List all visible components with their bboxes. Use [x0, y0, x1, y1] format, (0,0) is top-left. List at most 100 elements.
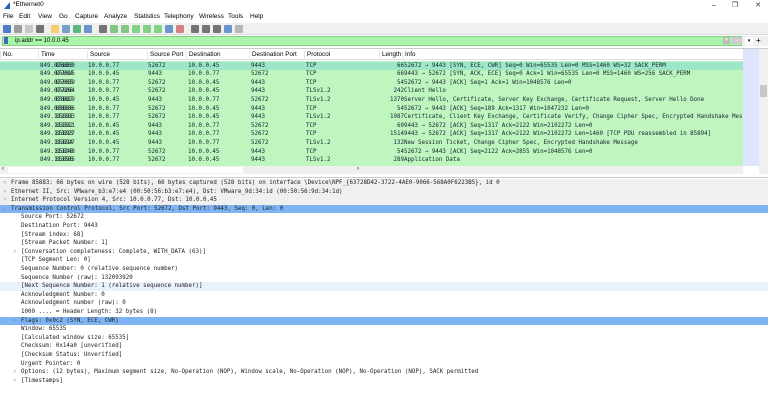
detail-line[interactable]: 1000 .... = Header Length: 32 bytes (8) — [0, 308, 768, 317]
detail-line[interactable]: › Options: (12 bytes), Maximum segment si… — [0, 368, 768, 377]
resize-columns-icon[interactable] — [224, 25, 232, 33]
save-file-icon[interactable] — [62, 25, 70, 33]
layout-icon[interactable] — [235, 25, 243, 33]
packet-row[interactable]: 85896 849.113585 10.0.0.77 52672 10.0.0.45 94… — [0, 156, 743, 165]
menu-help[interactable]: Help — [250, 13, 263, 20]
packet-time: 849.077264 — [40, 88, 75, 95]
capture-options-icon[interactable] — [36, 25, 44, 33]
detail-line[interactable]: [Calculated window size: 65535] — [0, 334, 768, 343]
detail-line[interactable]: › [Conversation completeness: Complete, W… — [0, 248, 768, 257]
vertical-scrollbar[interactable] — [759, 49, 768, 174]
column-header-source[interactable]: Source — [87, 51, 110, 60]
packet-row[interactable]: 85893 849.113227 10.0.0.45 9443 10.0.0.77 526… — [0, 130, 743, 139]
column-header-protocol[interactable]: Protocol — [304, 51, 330, 60]
clear-filter-icon[interactable]: ✕ — [723, 37, 730, 44]
detail-line[interactable]: Urgent Pointer: 0 — [0, 360, 768, 369]
packet-row[interactable]: 85884 849.077015 10.0.0.45 9443 10.0.0.77 526… — [0, 70, 743, 79]
detail-line[interactable]: [Next Sequence Number: 1 (relative seque… — [0, 282, 768, 291]
filter-history-dropdown[interactable]: ▾ — [745, 37, 753, 45]
detail-line[interactable]: [Stream index: 68] — [0, 231, 768, 240]
restore-button[interactable]: ❐ — [728, 0, 742, 11]
close-button[interactable]: ✕ — [751, 0, 765, 11]
colorize-icon[interactable] — [176, 25, 184, 33]
collapsed-arrow-icon[interactable]: › — [13, 317, 17, 326]
zoom-out-icon[interactable] — [202, 25, 210, 33]
zoom-in-icon[interactable] — [191, 25, 199, 33]
find-packet-icon[interactable] — [99, 25, 107, 33]
detail-line[interactable]: [Checksum Status: Unverified] — [0, 351, 768, 360]
collapsed-arrow-icon[interactable]: › — [13, 248, 17, 257]
menu-capture[interactable]: Capture — [75, 13, 98, 20]
detail-line[interactable]: Checksum: 0x14a0 [unverified] — [0, 342, 768, 351]
packet-row[interactable]: 85888 849.088506 10.0.0.77 52672 10.0.0.45 94… — [0, 105, 743, 114]
column-header-no[interactable]: No. — [0, 51, 13, 60]
packet-row[interactable]: 85885 849.077039 10.0.0.77 52672 10.0.0.45 94… — [0, 79, 743, 88]
column-header-length[interactable]: Length — [379, 51, 401, 60]
column-header-destination-port[interactable]: Destination Port — [249, 51, 297, 60]
autoscroll-icon[interactable] — [165, 25, 173, 33]
close-file-icon[interactable] — [73, 25, 81, 33]
apply-filter-icon[interactable]: → — [732, 37, 742, 44]
collapsed-arrow-icon[interactable]: › — [3, 188, 7, 197]
detail-line[interactable]: › Internet Protocol Version 4, Src: 10.0.… — [0, 196, 768, 205]
menu-telephony[interactable]: Telephony — [164, 13, 194, 20]
packet-row[interactable]: 85887 849.078819 10.0.0.45 9443 10.0.0.77 526… — [0, 96, 743, 105]
collapsed-arrow-icon[interactable]: › — [3, 179, 7, 188]
menu-view[interactable]: View — [38, 13, 52, 20]
packet-row[interactable]: 85883 849.076800 10.0.0.77 52672 10.0.0.45 94… — [0, 61, 743, 71]
menu-wireless[interactable]: Wireless — [199, 13, 224, 20]
start-capture-icon[interactable] — [3, 25, 11, 33]
go-back-icon[interactable] — [110, 25, 118, 33]
detail-line[interactable]: › Frame 85883: 66 bytes on wire (528 bits… — [0, 179, 768, 188]
menu-edit[interactable]: Edit — [19, 13, 30, 20]
detail-line[interactable]: Sequence Number (raw): 132093920 — [0, 274, 768, 283]
restart-capture-icon[interactable] — [25, 25, 33, 33]
detail-line[interactable]: Acknowledgment number (raw): 0 — [0, 299, 768, 308]
detail-line[interactable]: › [Timestamps] — [0, 377, 768, 386]
detail-line[interactable]: › Flags: 0x0c2 (SYN, ECE, CWR) — [0, 316, 768, 326]
menu-statistics[interactable]: Statistics — [134, 13, 160, 20]
detail-line[interactable]: Window: 65535 — [0, 325, 768, 334]
stop-capture-icon[interactable] — [14, 25, 22, 33]
column-header-info[interactable]: Info — [402, 51, 416, 60]
detail-line[interactable]: Acknowledgment Number: 0 — [0, 291, 768, 300]
detail-line[interactable]: Sequence Number: 0 (relative sequence nu… — [0, 265, 768, 274]
collapsed-arrow-icon[interactable]: › — [13, 368, 17, 377]
packet-row[interactable]: 85895 849.113248 10.0.0.77 52672 10.0.0.45 94… — [0, 148, 743, 157]
reload-icon[interactable] — [84, 25, 92, 33]
column-header-time[interactable]: Time — [38, 51, 55, 60]
packet-row[interactable]: 85891 849.111383 10.0.0.77 52672 10.0.0.45 94… — [0, 113, 743, 122]
go-to-packet-icon[interactable] — [132, 25, 140, 33]
menu-analyze[interactable]: Analyze — [104, 13, 127, 20]
collapsed-arrow-icon[interactable]: › — [3, 196, 7, 205]
detail-line[interactable]: [Stream Packet Number: 1] — [0, 239, 768, 248]
bookmark-icon[interactable] — [4, 37, 8, 44]
menu-file[interactable]: File — [3, 13, 13, 20]
detail-line[interactable]: › Ethernet II, Src: VMware_b3:e7:e4 (00:5… — [0, 187, 768, 197]
packet-minimap[interactable] — [743, 49, 759, 166]
packet-destination: 10.0.0.77 — [188, 131, 220, 138]
detail-line[interactable]: [TCP Segment Len: 0] — [0, 256, 768, 265]
normal-size-icon[interactable] — [213, 25, 221, 33]
last-packet-icon[interactable] — [154, 25, 162, 33]
expanded-arrow-icon[interactable]: ⌄ — [3, 205, 7, 214]
packet-row[interactable]: 85892 849.111511 10.0.0.45 9443 10.0.0.77 526… — [0, 122, 743, 131]
minimize-button[interactable]: – — [707, 0, 721, 11]
collapsed-arrow-icon[interactable]: › — [13, 377, 17, 386]
menu-go[interactable]: Go — [59, 13, 68, 20]
add-filter-button[interactable]: + — [756, 36, 761, 46]
packet-row[interactable]: 85894 849.113227 10.0.0.45 9443 10.0.0.77 526… — [0, 139, 743, 148]
detail-line[interactable]: ⌄ Transmission Control Protocol, Src Port… — [0, 204, 768, 214]
detail-line[interactable]: Source Port: 52672 — [0, 213, 768, 222]
menu-tools[interactable]: Tools — [228, 13, 243, 20]
display-filter-input[interactable]: ip.addr == 10.0.0.45 — [2, 36, 742, 46]
packet-row[interactable]: 85886 849.077264 10.0.0.77 52672 10.0.0.45 94… — [0, 87, 743, 96]
go-forward-icon[interactable] — [121, 25, 129, 33]
column-header-destination[interactable]: Destination — [186, 51, 221, 60]
open-file-icon[interactable] — [51, 25, 59, 33]
horizontal-scrollbar[interactable]: ‹ › — [0, 166, 743, 174]
column-header-source-port[interactable]: Source Port — [147, 51, 183, 60]
first-packet-icon[interactable] — [143, 25, 151, 33]
detail-line[interactable]: Destination Port: 9443 — [0, 222, 768, 231]
packet-source-port: 9443 — [148, 71, 162, 78]
